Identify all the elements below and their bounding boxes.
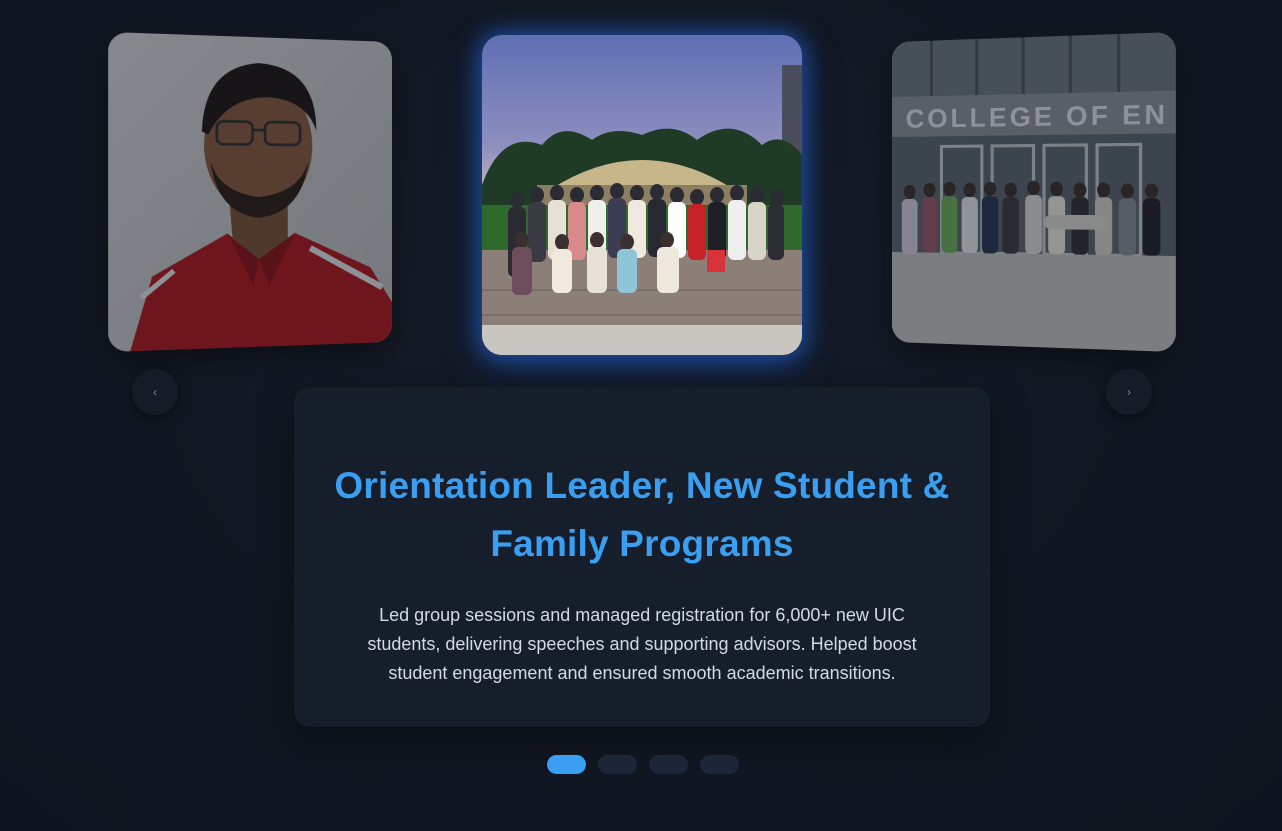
role-title: Orientation Leader, New Student & Family… [334,465,950,564]
dim-overlay [108,31,393,353]
pagination-dot-1[interactable] [547,755,586,774]
slide-info-card: Orientation Leader, New Student & Family… [294,387,990,727]
pagination-dot-2[interactable] [598,755,637,774]
chevron-left-icon: ‹ [153,385,157,399]
slide-center-group-photo[interactable] [482,35,802,355]
next-slide-button[interactable]: › [1106,369,1152,415]
pagination-dots [547,755,739,774]
slide-right-engineering-photo[interactable]: COLLEGE OF EN [892,31,1176,353]
pagination-dot-3[interactable] [649,755,688,774]
chevron-right-icon: › [1127,385,1131,399]
dim-overlay [892,31,1176,353]
slide-left-portrait[interactable] [108,31,393,353]
previous-slide-button[interactable]: ‹ [132,369,178,415]
group-photo-image [482,35,802,355]
role-description: Led group sessions and managed registrat… [367,605,917,683]
pagination-dot-4[interactable] [700,755,739,774]
carousel-section: COLLEGE OF EN ‹ › Orientation Leader, Ne… [0,0,1282,831]
